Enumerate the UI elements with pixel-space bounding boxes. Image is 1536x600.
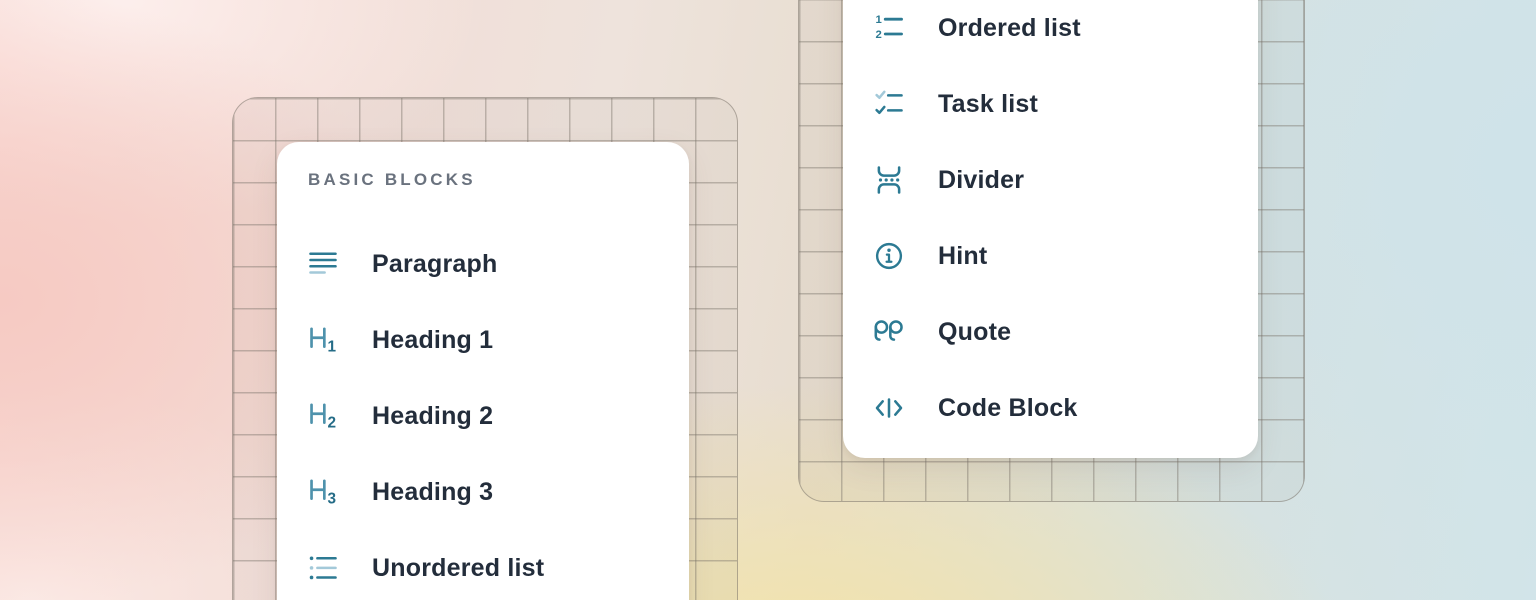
menu-item-code-block[interactable]: Code Block: [843, 370, 1258, 446]
svg-text:1: 1: [328, 338, 337, 355]
divider-icon: [873, 164, 905, 196]
menu-item-heading-2[interactable]: 2 Heading 2: [277, 378, 689, 454]
menu-item-label: Code Block: [938, 394, 1078, 423]
hero-background: BASIC BLOCKS Paragraph 1: [0, 0, 1536, 600]
menu-item-label: Heading 3: [372, 478, 493, 507]
menu-item-hint[interactable]: Hint: [843, 218, 1258, 294]
menu-item-label: Ordered list: [938, 14, 1081, 43]
ordered-list-icon: 1 2: [873, 12, 905, 44]
svg-text:2: 2: [328, 414, 337, 431]
menu-item-ordered-list[interactable]: 1 2 Ordered list: [843, 0, 1258, 66]
menu-item-label: Hint: [938, 242, 987, 271]
menu-item-label: Unordered list: [372, 554, 544, 583]
svg-text:3: 3: [328, 490, 337, 507]
block-menu-basic-blocks: BASIC BLOCKS Paragraph 1: [277, 142, 689, 600]
heading-1-icon: 1: [307, 324, 339, 356]
quote-icon: [873, 316, 905, 348]
menu-item-label: Heading 1: [372, 326, 493, 355]
menu-item-label: Divider: [938, 166, 1024, 195]
menu-item-label: Heading 2: [372, 402, 493, 431]
menu-item-divider[interactable]: Divider: [843, 142, 1258, 218]
menu-item-label: Paragraph: [372, 250, 497, 279]
paragraph-icon: [307, 248, 339, 280]
menu-item-paragraph[interactable]: Paragraph: [277, 226, 689, 302]
menu-item-label: Task list: [938, 90, 1038, 119]
hint-icon: [873, 240, 905, 272]
heading-2-icon: 2: [307, 400, 339, 432]
section-label: BASIC BLOCKS: [308, 170, 689, 190]
menu-item-heading-3[interactable]: 3 Heading 3: [277, 454, 689, 530]
menu-item-task-list[interactable]: Task list: [843, 66, 1258, 142]
heading-3-icon: 3: [307, 476, 339, 508]
menu-item-quote[interactable]: Quote: [843, 294, 1258, 370]
task-list-icon: [873, 88, 905, 120]
menu-item-unordered-list[interactable]: Unordered list: [277, 530, 689, 600]
unordered-list-icon: [307, 552, 339, 584]
block-menu-more-blocks: 1 2 Ordered list Ta: [843, 0, 1258, 458]
menu-item-heading-1[interactable]: 1 Heading 1: [277, 302, 689, 378]
menu-list: 1 2 Ordered list Ta: [843, 0, 1258, 446]
menu-item-label: Quote: [938, 318, 1011, 347]
svg-text:1: 1: [875, 14, 881, 26]
svg-text:2: 2: [875, 29, 881, 41]
code-block-icon: [873, 392, 905, 424]
menu-list: Paragraph 1 Heading 1 2: [277, 226, 689, 600]
